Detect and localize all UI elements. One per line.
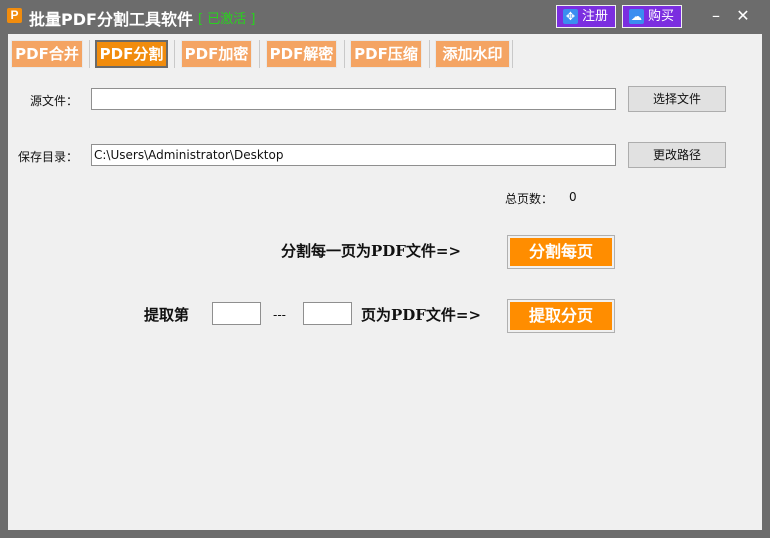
register-button[interactable]: ✥ 注册 bbox=[556, 5, 616, 28]
tab-pdf-split[interactable]: PDF分割 bbox=[95, 40, 168, 68]
buy-icon: ☁ bbox=[629, 9, 644, 24]
buy-button[interactable]: ☁ 购买 bbox=[622, 5, 682, 28]
save-dir-label: 保存目录： bbox=[18, 150, 79, 164]
tab-pdf-decrypt[interactable]: PDF解密 bbox=[266, 40, 337, 68]
choose-file-button[interactable]: 选择文件 bbox=[628, 86, 726, 112]
split-each-label: 分割每一页为PDF文件=> bbox=[281, 242, 462, 260]
tab-pdf-encrypt[interactable]: PDF加密 bbox=[181, 40, 252, 68]
page-count-value: 0 bbox=[569, 190, 577, 204]
split-each-button[interactable]: 分割每页 bbox=[507, 235, 615, 269]
app-window: P 批量PDF分割工具软件 [ 已激活 ] ✥ 注册 ☁ 购买 – ✕ PDF合… bbox=[0, 0, 770, 538]
main-panel: PDF合并 PDF分割 PDF加密 PDF解密 PDF压缩 添加水印 源文件： … bbox=[8, 34, 762, 530]
tab-bar: PDF合并 PDF分割 PDF加密 PDF解密 PDF压缩 添加水印 bbox=[8, 36, 762, 70]
activation-status: [ 已激活 ] bbox=[198, 12, 256, 27]
extract-from-field[interactable] bbox=[212, 302, 261, 325]
extract-pages-button-label: 提取分页 bbox=[510, 302, 612, 330]
tab-pdf-compress[interactable]: PDF压缩 bbox=[350, 40, 422, 68]
tab-divider bbox=[429, 40, 430, 68]
tab-divider bbox=[344, 40, 345, 68]
tab-add-watermark[interactable]: 添加水印 bbox=[435, 40, 510, 68]
page-count-label: 总页数： bbox=[505, 192, 554, 206]
save-dir-field[interactable]: C:\Users\Administrator\Desktop bbox=[91, 144, 616, 166]
pdf-app-icon: P bbox=[7, 8, 22, 23]
split-each-button-label: 分割每页 bbox=[510, 238, 612, 266]
extract-prefix-label: 提取第 bbox=[144, 306, 190, 324]
close-button[interactable]: ✕ bbox=[733, 6, 753, 26]
extract-to-field[interactable] bbox=[303, 302, 352, 325]
tab-divider bbox=[512, 40, 513, 68]
change-path-button[interactable]: 更改路径 bbox=[628, 142, 726, 168]
buy-label: 购买 bbox=[648, 9, 675, 24]
minimize-button[interactable]: – bbox=[706, 6, 726, 26]
tab-divider bbox=[259, 40, 260, 68]
source-file-field[interactable] bbox=[91, 88, 616, 110]
extract-suffix-label: 页为PDF文件=> bbox=[361, 306, 482, 324]
app-title: 批量PDF分割工具软件 bbox=[29, 10, 193, 29]
register-icon: ✥ bbox=[563, 9, 578, 24]
extract-pages-button[interactable]: 提取分页 bbox=[507, 299, 615, 333]
tab-divider bbox=[174, 40, 175, 68]
source-file-label: 源文件： bbox=[30, 94, 79, 108]
tab-divider bbox=[89, 40, 90, 68]
register-label: 注册 bbox=[582, 9, 609, 24]
extract-separator: --- bbox=[273, 308, 286, 322]
tab-pdf-merge[interactable]: PDF合并 bbox=[11, 40, 83, 68]
title-bar: P 批量PDF分割工具软件 [ 已激活 ] ✥ 注册 ☁ 购买 – ✕ bbox=[0, 0, 770, 34]
